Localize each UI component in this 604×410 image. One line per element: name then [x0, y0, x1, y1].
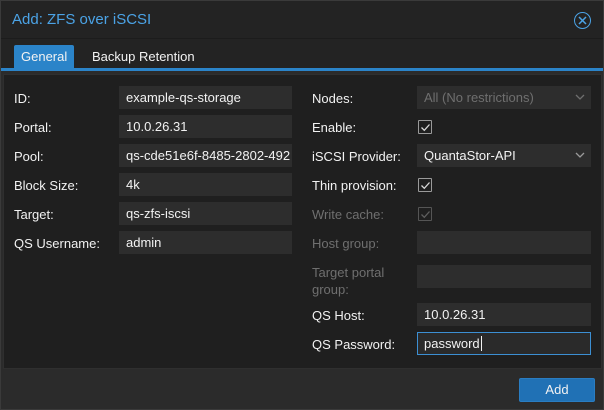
text-cursor	[480, 336, 482, 351]
nodes-label: Nodes:	[312, 91, 354, 106]
write-cache-label: Write cache:	[312, 207, 385, 222]
qs-host-label: QS Host:	[312, 308, 365, 323]
check-icon	[421, 182, 430, 190]
host-group-field[interactable]	[417, 231, 591, 254]
target-portal-group-label-line2: group:	[312, 282, 349, 297]
enable-label: Enable:	[312, 120, 357, 135]
dialog-title: Add: ZFS over iSCSI	[12, 11, 152, 28]
tab-backup-retention[interactable]: Backup Retention	[85, 45, 202, 68]
target-portal-group-label-line1: Target portal	[312, 265, 385, 280]
pool-field[interactable]: qs-cde51e6f-8485-2802-492	[119, 144, 292, 167]
chevron-down-icon	[575, 94, 585, 100]
add-storage-dialog: Add: ZFS over iSCSI General Backup Reten…	[0, 0, 604, 410]
iscsi-provider-value: QuantaStor-API	[424, 148, 516, 163]
block-size-label: Block Size:	[14, 178, 79, 193]
qs-username-field[interactable]: admin	[119, 231, 292, 254]
tab-general[interactable]: General	[14, 45, 75, 68]
qs-username-label: QS Username:	[14, 236, 100, 251]
chevron-down-icon	[575, 152, 585, 158]
enable-checkbox[interactable]	[418, 120, 432, 134]
general-panel: ID: example-qs-storage Portal: 10.0.26.3…	[3, 74, 602, 369]
target-field[interactable]: qs-zfs-iscsi	[119, 202, 292, 225]
tab-strip: General Backup Retention	[1, 39, 603, 71]
pool-label: Pool:	[14, 149, 44, 164]
qs-password-label: QS Password:	[312, 337, 396, 352]
id-field[interactable]: example-qs-storage	[119, 86, 292, 109]
nodes-value: All (No restrictions)	[424, 90, 534, 105]
thin-provision-checkbox[interactable]	[418, 178, 432, 192]
thin-provision-label: Thin provision:	[312, 178, 397, 193]
close-icon	[578, 16, 587, 25]
dialog-footer: Add	[1, 370, 603, 409]
check-icon	[421, 124, 430, 132]
qs-password-field[interactable]: password	[417, 332, 591, 355]
qs-host-field[interactable]: 10.0.26.31	[417, 303, 591, 326]
check-icon	[421, 211, 430, 219]
target-label: Target:	[14, 207, 54, 222]
host-group-label: Host group:	[312, 236, 380, 251]
id-label: ID:	[14, 91, 31, 106]
write-cache-checkbox[interactable]	[418, 207, 432, 221]
iscsi-provider-select[interactable]: QuantaStor-API	[417, 144, 591, 167]
iscsi-provider-label: iSCSI Provider:	[312, 149, 401, 164]
close-button[interactable]	[574, 12, 591, 29]
portal-field[interactable]: 10.0.26.31	[119, 115, 292, 138]
add-button[interactable]: Add	[519, 378, 595, 402]
block-size-field[interactable]: 4k	[119, 173, 292, 196]
portal-label: Portal:	[14, 120, 52, 135]
qs-password-value: password	[424, 336, 480, 351]
target-portal-group-field[interactable]	[417, 265, 591, 288]
nodes-select[interactable]: All (No restrictions)	[417, 86, 591, 109]
dialog-titlebar: Add: ZFS over iSCSI	[1, 1, 603, 39]
